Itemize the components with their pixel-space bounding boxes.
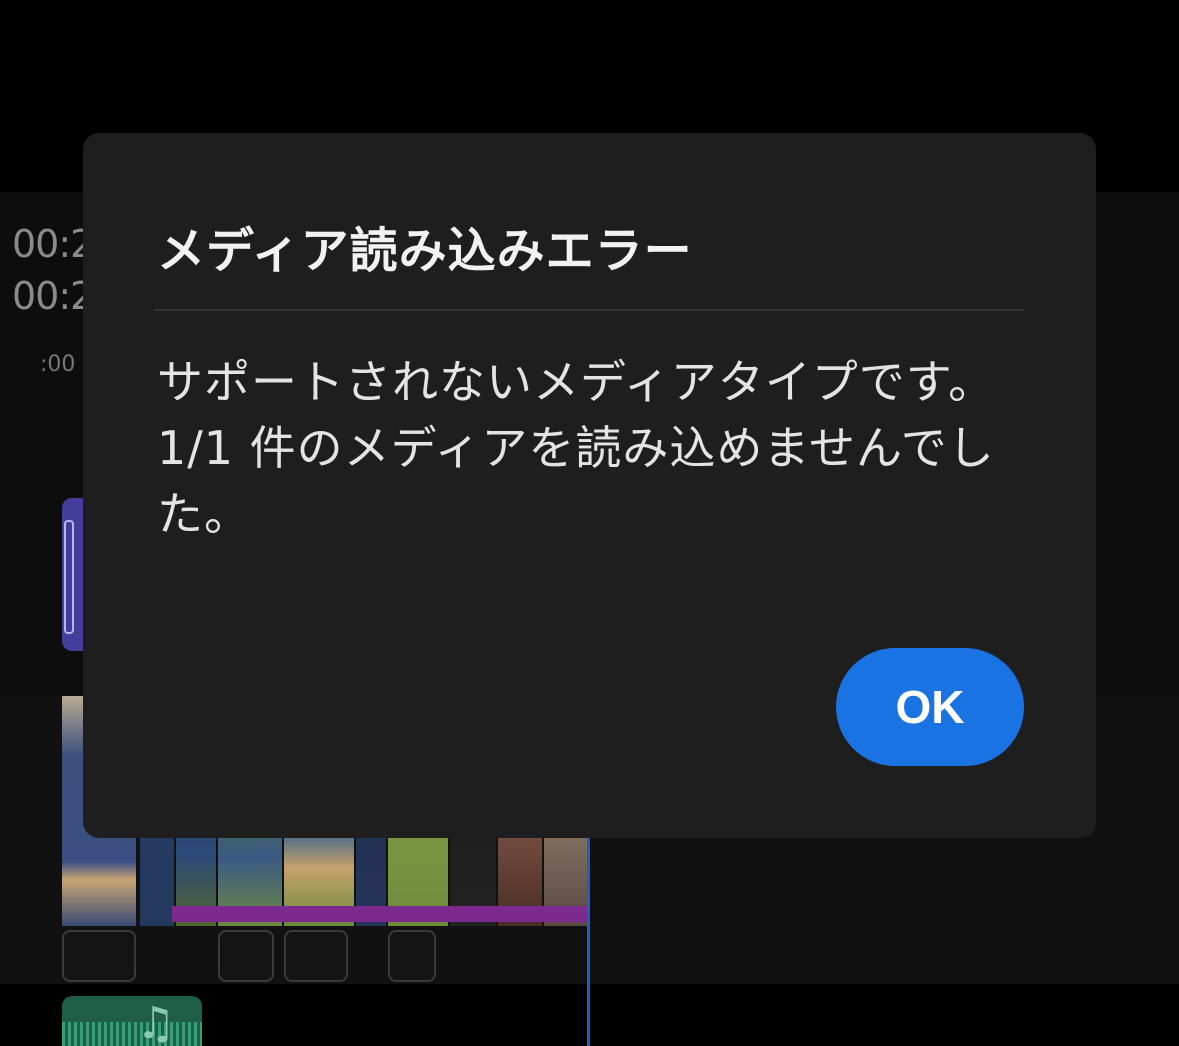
media-import-error-dialog: メディア読み込みエラー サポートされないメディアタイプです。1/1 件のメディア… — [83, 133, 1096, 838]
audio-track — [62, 930, 452, 982]
audio-waveform-clip[interactable] — [284, 930, 348, 982]
music-note-icon: ♫ — [136, 998, 176, 1046]
video-editor-screen: 00:2 00:2 :00 ♫ メディア読み込みエラー サポートされないメディア… — [0, 0, 1179, 1046]
music-waveform — [62, 1022, 202, 1046]
playhead[interactable] — [587, 838, 590, 1046]
dialog-title: メディア読み込みエラー — [157, 223, 693, 279]
effect-bar — [172, 906, 590, 922]
current-time-readout: 00:2 — [12, 222, 94, 266]
total-time-readout: 00:2 — [12, 274, 94, 318]
audio-waveform-clip[interactable] — [388, 930, 436, 982]
title-clip-trim-handle[interactable] — [64, 520, 74, 634]
dialog-message: サポートされないメディアタイプです。1/1 件のメディアを読み込めませんでした。 — [157, 355, 996, 541]
music-clip[interactable]: ♫ — [62, 996, 202, 1046]
ok-button[interactable]: OK — [836, 648, 1024, 766]
audio-waveform-clip[interactable] — [218, 930, 274, 982]
audio-waveform-clip[interactable] — [62, 930, 136, 982]
dialog-divider — [154, 309, 1024, 311]
timeline-ruler-label: :00 — [40, 352, 76, 377]
